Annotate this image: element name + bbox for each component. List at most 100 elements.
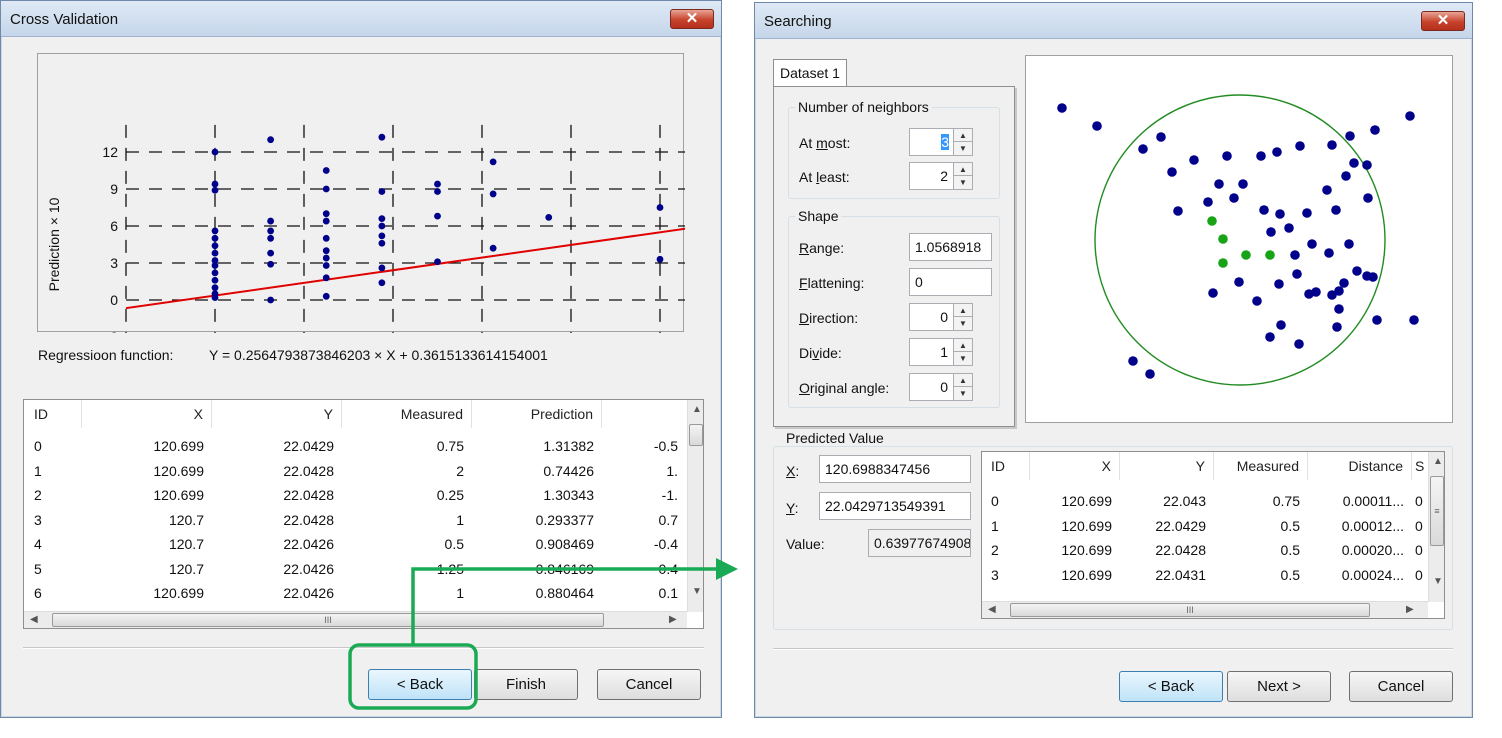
- data-point: [322, 254, 330, 262]
- table-cell: 1: [991, 517, 999, 534]
- stepper-up-icon[interactable]: ▲: [954, 374, 972, 387]
- col-header-prediction[interactable]: Prediction: [472, 400, 602, 428]
- vertical-scrollbar[interactable]: ▲ ▼: [687, 400, 703, 612]
- value-output: 0.63977674908: [868, 529, 971, 557]
- original-angle-input[interactable]: 0: [909, 373, 954, 401]
- stepper-down-icon[interactable]: ▼: [954, 387, 972, 400]
- stepper-down-icon[interactable]: ▼: [954, 142, 972, 155]
- scroll-left-icon[interactable]: ◀: [988, 604, 996, 615]
- at-least-input[interactable]: 2: [909, 162, 954, 190]
- direction-input[interactable]: 0: [909, 303, 954, 331]
- scroll-left-icon[interactable]: ◀: [30, 614, 38, 625]
- table-row[interactable]: 4 120.7 22.0426 0.5 0.908469 -0.4: [24, 532, 687, 556]
- table-row[interactable]: 1 120.699 22.0428 2 0.74426 1.: [24, 459, 687, 483]
- data-point: [322, 167, 330, 174]
- col-header-x[interactable]: X: [82, 400, 212, 428]
- table-cell: 1.30343: [543, 487, 594, 503]
- scroll-up-icon[interactable]: ▲: [1433, 456, 1443, 467]
- stepper-down-icon[interactable]: ▼: [954, 176, 972, 189]
- table-row[interactable]: 3 120.699 22.0431 0.5 0.00024... 0: [982, 563, 1428, 587]
- flattening-input[interactable]: 0: [909, 268, 992, 296]
- title-bar[interactable]: Searching ✕: [755, 3, 1472, 39]
- cancel-button[interactable]: Cancel: [597, 669, 701, 700]
- scroll-thumb[interactable]: [689, 424, 703, 446]
- stepper-up-icon[interactable]: ▲: [954, 163, 972, 176]
- next-button[interactable]: Next >: [1227, 671, 1331, 702]
- col-header-s[interactable]: S: [1412, 452, 1428, 480]
- table-row[interactable]: 1 120.699 22.0429 0.5 0.00012... 0: [982, 514, 1428, 538]
- scroll-right-icon[interactable]: ▶: [669, 614, 677, 625]
- sample-point: [1368, 272, 1378, 282]
- back-button[interactable]: < Back: [368, 669, 472, 700]
- col-header-partial[interactable]: [602, 400, 687, 428]
- table-cell: 0.00020...: [1341, 542, 1404, 559]
- finish-button[interactable]: Finish: [474, 669, 578, 700]
- scroll-thumb[interactable]: III: [1010, 603, 1370, 617]
- at-least-stepper[interactable]: ▲ ▼: [953, 162, 973, 190]
- table-cell: 2: [991, 542, 999, 559]
- at-most-input[interactable]: 3: [909, 128, 954, 156]
- table-row[interactable]: 2 120.699 22.0428 0.5 0.00020... 0: [982, 538, 1428, 562]
- regression-line: [125, 227, 685, 310]
- col-header-y[interactable]: Y: [1120, 452, 1214, 480]
- cross-validation-table[interactable]: ID X Y Measured Prediction 0 120.699 22.04…: [23, 399, 704, 629]
- sample-point: [1331, 205, 1341, 215]
- horizontal-scrollbar[interactable]: ◀ III ▶: [982, 601, 1428, 618]
- scroll-thumb[interactable]: III: [52, 613, 604, 627]
- table-row[interactable]: 2 120.699 22.0428 0.25 1.30343 -1.: [24, 483, 687, 507]
- scroll-thumb[interactable]: ≡: [1430, 476, 1444, 546]
- col-header-id[interactable]: ID: [24, 400, 82, 428]
- col-header-id[interactable]: ID: [982, 452, 1030, 480]
- original-angle-stepper[interactable]: ▲ ▼: [953, 373, 973, 401]
- divide-stepper[interactable]: ▲ ▼: [953, 338, 973, 366]
- stepper-down-icon[interactable]: ▼: [954, 317, 972, 330]
- col-header-x[interactable]: X: [1030, 452, 1120, 480]
- vertical-scrollbar[interactable]: ▲ ≡ ▼: [1428, 452, 1444, 602]
- tab-dataset-1[interactable]: Dataset 1: [773, 59, 847, 87]
- table-row[interactable]: 0 120.699 22.043 0.75 0.00011... 0: [982, 489, 1428, 513]
- scroll-down-icon[interactable]: ▼: [692, 586, 702, 597]
- table-cell: 0.5: [1280, 517, 1300, 534]
- col-header-measured[interactable]: Measured: [1214, 452, 1308, 480]
- stepper-up-icon[interactable]: ▲: [954, 304, 972, 317]
- x-input[interactable]: 120.6988347456: [819, 455, 971, 483]
- table-row[interactable]: 5 120.7 22.0426 1.25 0.846169 0.4: [24, 557, 687, 581]
- sample-point: [1266, 227, 1276, 237]
- data-point: [211, 262, 219, 269]
- sample-point: [1092, 121, 1102, 131]
- sample-point: [1208, 288, 1218, 298]
- table-cell: 0: [991, 493, 999, 509]
- sample-point: [1214, 179, 1224, 189]
- scroll-right-icon[interactable]: ▶: [1406, 604, 1414, 615]
- col-header-distance[interactable]: Distance: [1308, 452, 1412, 480]
- col-header-y[interactable]: Y: [212, 400, 342, 428]
- close-button[interactable]: ✕: [670, 9, 714, 29]
- sample-point: [1352, 266, 1362, 276]
- stepper-up-icon[interactable]: ▲: [954, 129, 972, 142]
- table-cell: 120.699: [1061, 542, 1112, 559]
- divide-input[interactable]: 1: [909, 338, 954, 366]
- close-button[interactable]: ✕: [1421, 11, 1465, 31]
- neighbors-table[interactable]: ID X Y Measured Distance S 0 120.699 22.04…: [981, 451, 1445, 619]
- cancel-button[interactable]: Cancel: [1349, 671, 1453, 702]
- back-button[interactable]: < Back: [1119, 671, 1223, 702]
- table-row[interactable]: 3 120.7 22.0428 1 0.293377 0.7: [24, 508, 687, 532]
- direction-stepper[interactable]: ▲ ▼: [953, 303, 973, 331]
- data-point: [267, 234, 275, 242]
- table-row[interactable]: 0 120.699 22.0429 0.75 1.31382 -0.5: [24, 434, 687, 458]
- neighbor-map[interactable]: [1026, 56, 1454, 424]
- at-most-stepper[interactable]: ▲ ▼: [953, 128, 973, 156]
- stepper-up-icon[interactable]: ▲: [954, 339, 972, 352]
- table-row[interactable]: 6 120.699 22.0426 1 0.880464 0.1: [24, 581, 687, 605]
- y-input[interactable]: 22.0429713549391: [819, 492, 971, 520]
- sample-point: [1252, 296, 1262, 306]
- scroll-down-icon[interactable]: ▼: [1433, 576, 1443, 587]
- col-header-measured[interactable]: Measured: [342, 400, 472, 428]
- scroll-up-icon[interactable]: ▲: [692, 404, 702, 415]
- stepper-down-icon[interactable]: ▼: [954, 352, 972, 365]
- title-bar[interactable]: Cross Validation ✕: [1, 1, 721, 37]
- range-input[interactable]: 1.0568918: [909, 233, 992, 261]
- data-point: [545, 213, 553, 221]
- data-point: [378, 133, 386, 141]
- horizontal-scrollbar[interactable]: ◀ III ▶: [24, 611, 687, 628]
